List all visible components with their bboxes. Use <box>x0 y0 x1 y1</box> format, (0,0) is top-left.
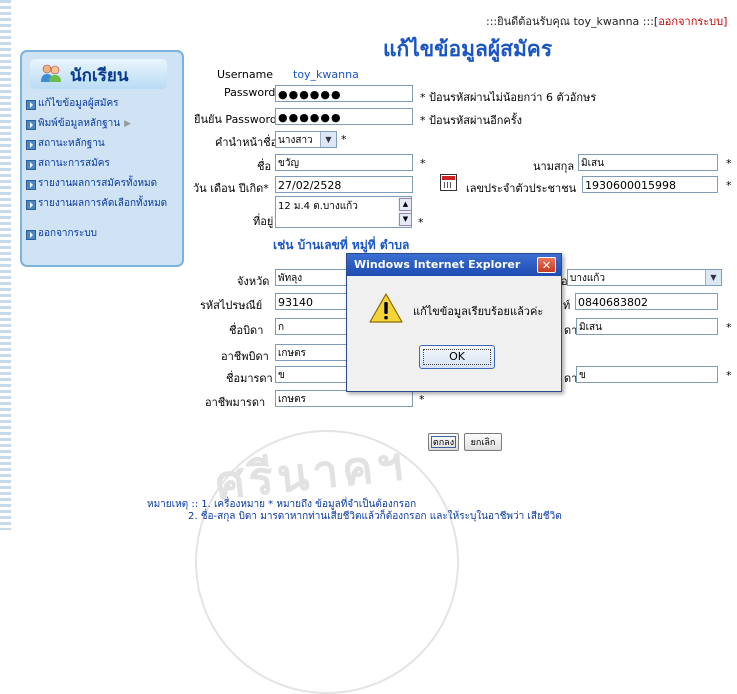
phone-field[interactable]: 0840683802 <box>575 293 718 310</box>
ok-button[interactable]: OK <box>419 345 495 369</box>
lastname-field[interactable]: มิเสน <box>578 154 718 171</box>
idcard-field[interactable]: 1930600015998 <box>582 176 718 193</box>
firstname-label: ชื่อ <box>257 160 272 173</box>
address-textarea[interactable]: 12 ม.4 ต.บางแก้ว ▲ ▼ <box>275 196 412 228</box>
mother-label: ชื่อมารดา <box>226 372 273 385</box>
father-label: ชื่อบิดา <box>229 324 264 337</box>
sidebar-menu: แก้ไขข้อมูลผู้สมัคร พิมพ์ข้อมูลหลักฐาน ▶ … <box>24 97 184 247</box>
prefix-label: คำนำหน้าชื่อ <box>215 136 278 149</box>
sidebar-item-application-report[interactable]: รายงานผลการสมัครทั้งหมด <box>24 177 184 197</box>
welcome-bar: :::ยินดีต้อนรับคุณ toy_kwanna :::[ออกจาก… <box>486 12 727 30</box>
submit-label: ตกลง <box>432 438 455 448</box>
district-value: บางแก้ว <box>570 273 605 284</box>
bullet-icon <box>26 140 36 150</box>
sidebar-item-label: แก้ไขข้อมูลผู้สมัคร <box>38 98 119 109</box>
chevron-down-icon[interactable]: ▼ <box>705 270 721 285</box>
sidebar-title: นักเรียน <box>70 66 129 86</box>
sidebar-item-selection-report[interactable]: รายงานผลการคัดเลือกทั้งหมด <box>24 197 184 227</box>
alert-dialog: Windows Internet Explorer ✕ แก้ไขข้อมูลเ… <box>346 253 562 392</box>
confirm-password-label: ยืนยัน Password <box>194 113 277 126</box>
bullet-icon <box>26 160 36 170</box>
father-job-label: อาชีพบิดา <box>221 350 269 363</box>
ok-focus-ring <box>423 349 491 365</box>
bullet-icon <box>26 200 36 210</box>
left-border-decoration <box>0 0 11 530</box>
required-star: * <box>418 216 424 229</box>
postcode-field[interactable]: 93140 <box>275 293 347 310</box>
province-label: จังหวัด <box>237 275 270 288</box>
mother-job-label: อาชีพมารดา <box>205 396 266 409</box>
warning-icon <box>369 293 403 323</box>
mother-job-field[interactable]: เกษตร <box>275 390 413 407</box>
sidebar-item-print-evidence[interactable]: พิมพ์ข้อมูลหลักฐาน ▶ <box>24 117 184 137</box>
dialog-titlebar[interactable]: Windows Internet Explorer ✕ <box>347 254 561 276</box>
required-star: * <box>341 133 347 146</box>
bullet-icon <box>26 120 36 130</box>
sidebar-item-edit-profile[interactable]: แก้ไขข้อมูลผู้สมัคร <box>24 97 184 117</box>
idcard-label: เลขประจำตัวประชาชน <box>466 182 577 195</box>
password-field[interactable]: ●●●●●● <box>275 85 413 102</box>
sidebar-item-label: สถานะการสมัคร <box>38 158 110 169</box>
required-star: * <box>726 157 732 170</box>
sidebar-item-label: รายงานผลการคัดเลือกทั้งหมด <box>38 198 168 209</box>
sidebar-item-label: พิมพ์ข้อมูลหลักฐาน <box>38 118 121 129</box>
required-star: * <box>419 393 425 406</box>
father-lastname-field[interactable]: มิเสน <box>576 318 718 335</box>
dialog-title: Windows Internet Explorer <box>354 258 521 271</box>
sidebar-item-evidence-status[interactable]: สถานะหลักฐาน <box>24 137 184 157</box>
textarea-scrollbar[interactable]: ▲ ▼ <box>398 197 412 227</box>
sidebar-item-label: ออกจากระบบ <box>38 228 98 239</box>
birthdate-label: วัน เดือน ปีเกิด* <box>193 182 269 195</box>
remark-line-2: 2. ชื่อ-สกุล บิดา มารดาหากท่านเสียชีวิตแ… <box>188 511 562 522</box>
close-icon[interactable]: ✕ <box>537 257 556 273</box>
username-value: toy_kwanna <box>293 68 359 81</box>
username-label: Username <box>217 68 274 81</box>
address-label: ที่อยู่ <box>253 215 274 228</box>
mother-lastname-field[interactable]: ข <box>576 366 718 383</box>
sidebar-item-logout[interactable]: ออกจากระบบ <box>24 227 184 247</box>
required-star: * <box>726 321 732 334</box>
firstname-field[interactable]: ขวัญ <box>275 154 413 171</box>
required-star: * <box>420 157 426 170</box>
welcome-text: :::ยินดีต้อนรับคุณ toy_kwanna :::[ <box>486 15 659 28</box>
father-field[interactable]: ก <box>275 318 347 335</box>
confirm-password-field[interactable]: ●●●●●● <box>275 108 413 125</box>
phone-label: ท์ <box>563 299 571 312</box>
sidebar-item-label: รายงานผลการสมัครทั้งหมด <box>38 178 158 189</box>
prefix-select[interactable]: นางสาว ▼ <box>275 131 337 148</box>
district-select[interactable]: บางแก้ว ▼ <box>567 269 722 286</box>
dialog-message: แก้ไขข้อมูลเรียบร้อยแล้วค่ะ <box>413 305 544 318</box>
lastname-label: นามสกุล <box>533 160 575 173</box>
logout-link[interactable]: ออกจากระบบ] <box>658 15 727 28</box>
required-star: * <box>726 179 732 192</box>
password-label: Password <box>224 86 276 99</box>
password-note: * ป้อนรหัสผ่านไม่น้อยกว่า 6 ตัวอักษร <box>420 91 597 104</box>
sidebar-item-application-status[interactable]: สถานะการสมัคร <box>24 157 184 177</box>
bullet-icon <box>26 230 36 240</box>
cancel-label: ยกเลิก <box>470 438 496 448</box>
calendar-icon[interactable] <box>440 174 457 191</box>
postcode-label: รหัสไปรษณีย์ <box>200 299 263 312</box>
sidebar-item-label: สถานะหลักฐาน <box>38 138 105 149</box>
submit-button[interactable]: ตกลง <box>428 433 459 451</box>
scroll-down-icon[interactable]: ▼ <box>399 213 412 226</box>
address-value: 12 ม.4 ต.บางแก้ว <box>278 201 358 212</box>
mother-field[interactable]: ข <box>275 366 347 383</box>
bullet-icon <box>26 180 36 190</box>
students-icon <box>41 64 61 82</box>
prefix-value: นางสาว <box>278 135 313 146</box>
bullet-icon <box>26 100 36 110</box>
required-star: * <box>726 369 732 382</box>
birthdate-field[interactable]: 27/02/2528 <box>275 176 413 193</box>
confirm-password-note: * ป้อนรหัสผ่านอีกครั้ง <box>420 114 523 127</box>
cancel-button[interactable]: ยกเลิก <box>464 433 502 451</box>
chevron-down-icon[interactable]: ▼ <box>320 132 336 147</box>
scroll-up-icon[interactable]: ▲ <box>399 198 412 211</box>
page-title: แก้ไขข้อมูลผู้สมัคร <box>383 36 553 61</box>
submenu-arrow-icon: ▶ <box>124 119 132 129</box>
province-field[interactable]: พัทลุง <box>275 269 347 286</box>
father-job-field[interactable]: เกษตร <box>275 344 347 361</box>
